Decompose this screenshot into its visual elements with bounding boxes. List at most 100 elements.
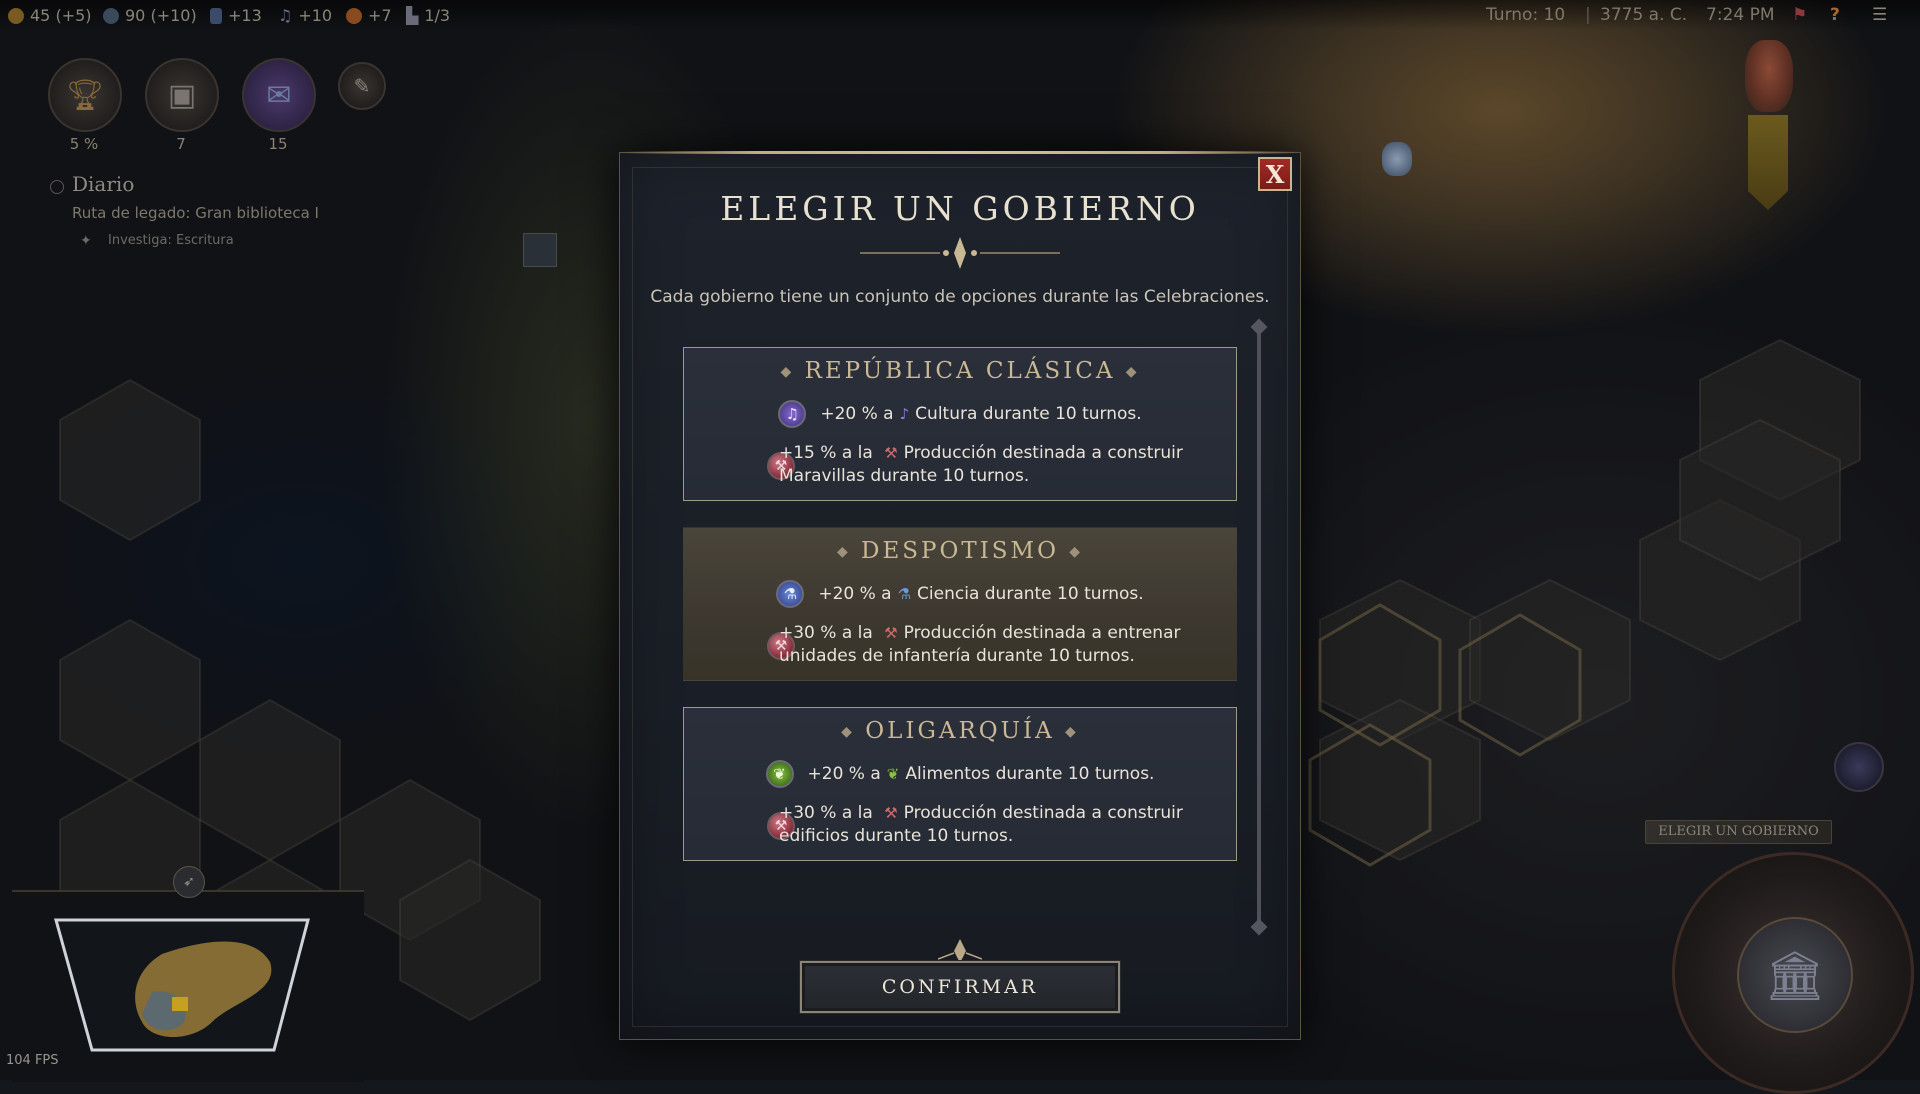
option-title: ◆ DESPOTISMO ◆	[684, 538, 1236, 564]
mail-button[interactable]: ✉	[242, 58, 316, 132]
journal-title[interactable]: Diario	[72, 172, 134, 196]
settlement-icon: ▙	[406, 6, 419, 25]
bonus-1-text: Alimentos durante 10 turnos.	[905, 764, 1155, 784]
government-option-classical-republic[interactable]: ◆ REPÚBLICA CLÁSICA ◆ ♫ +20 % a ♪ Cultur…	[683, 347, 1237, 501]
government-icon: 🏛︎	[1737, 917, 1853, 1033]
option-title: ◆ REPÚBLICA CLÁSICA ◆	[684, 358, 1236, 384]
option-bonus-1: ❦ +20 % a ❦ Alimentos durante 10 turnos.	[684, 760, 1236, 788]
civ-banner[interactable]	[1748, 115, 1788, 210]
option-title: ◆ OLIGARQUÍA ◆	[684, 718, 1236, 744]
gold-value: 45 (+5)	[30, 6, 92, 25]
culture-value: +10	[298, 6, 333, 25]
bonus-2-amount: +30 % a la	[779, 623, 873, 643]
food-icon: ❦	[765, 760, 794, 788]
civilopedia-icon[interactable]: ⚑	[1792, 5, 1807, 25]
codex-count: 7	[176, 135, 186, 153]
unit-marker-icon[interactable]	[523, 233, 557, 267]
legacy-progress-button[interactable]: 🏆︎	[48, 58, 122, 132]
happiness-value: +7	[368, 6, 392, 25]
turn-label: Turno: 10	[1486, 5, 1566, 25]
option-bonus-1: ⚗ +20 % a ⚗ Ciencia durante 10 turnos.	[684, 580, 1236, 608]
options-scrollbar[interactable]	[1257, 321, 1261, 926]
diamond-left-icon: ◆	[841, 724, 855, 740]
settlements-value: 1/3	[424, 6, 451, 25]
advisor-icon[interactable]	[1834, 742, 1884, 792]
dialog-title: ELEGIR UN GOBIERNO	[720, 189, 1200, 228]
culture-icon: ♫	[278, 6, 293, 25]
menu-icon[interactable]: ☰	[1872, 5, 1887, 25]
happiness-resource[interactable]: +7	[346, 6, 392, 25]
compass-icon[interactable]: ➶	[173, 866, 205, 898]
production-mini-icon: ⚒	[884, 444, 898, 462]
science-value: +13	[228, 6, 262, 25]
legacy-percent: 5 %	[69, 135, 99, 153]
close-button[interactable]: X	[1258, 157, 1292, 191]
bonus-1-amount: +20 % a	[820, 404, 894, 424]
production-mini-icon: ⚒	[884, 804, 898, 822]
scroll-button[interactable]: ✎	[338, 62, 386, 110]
production-mini-icon: ⚒	[884, 624, 898, 642]
culture-icon: ♫	[778, 400, 807, 428]
option-name: DESPOTISMO	[861, 538, 1059, 564]
collapse-icon[interactable]	[50, 180, 64, 194]
title-ornament-icon	[860, 237, 1060, 269]
book-icon: ▣	[167, 77, 197, 113]
year-label: 3775 a. C.	[1600, 5, 1688, 25]
next-action-button[interactable]: 🏛︎	[1672, 852, 1914, 1094]
happiness-icon	[346, 7, 362, 24]
legacy-path-text[interactable]: Ruta de legado: Gran biblioteca I	[72, 204, 319, 222]
influence-value: 90 (+10)	[125, 6, 197, 25]
confirm-ornament-icon	[938, 939, 982, 963]
clock-label: 7:24 PM	[1706, 5, 1775, 25]
dialog-subtitle: Cada gobierno tiene un conjunto de opcio…	[650, 287, 1270, 307]
gold-icon	[8, 7, 24, 24]
culture-mini-icon: ♪	[899, 405, 910, 423]
bonus-2-amount: +30 % a la	[779, 803, 873, 823]
help-icon[interactable]: ?	[1830, 5, 1840, 25]
diamond-right-icon: ◆	[1065, 724, 1079, 740]
option-bonus-2: +15 % a la ⚒ Producción destinada a const…	[779, 442, 1199, 488]
envelope-icon: ✉	[266, 77, 292, 113]
minimap[interactable]	[12, 890, 364, 1082]
next-action-label[interactable]: ELEGIR UN GOBIERNO	[1645, 820, 1832, 844]
option-bonus-1: ♫ +20 % a ♪ Cultura durante 10 turnos.	[684, 400, 1236, 428]
option-bonus-2: +30 % a la ⚒ Producción destinada a entre…	[779, 622, 1199, 668]
bonus-1-text: Ciencia durante 10 turnos.	[917, 584, 1144, 604]
settlements-resource[interactable]: ▙ 1/3	[406, 6, 450, 25]
option-name: REPÚBLICA CLÁSICA	[804, 358, 1116, 384]
trophy-icon: 🏆︎	[65, 77, 105, 113]
mail-count: 15	[268, 135, 288, 153]
science-mini-icon: ⚗	[897, 585, 912, 603]
bonus-1-amount: +20 % a	[818, 584, 892, 604]
confirm-button[interactable]: CONFIRMAR	[800, 961, 1120, 1013]
gold-resource[interactable]: 45 (+5)	[8, 6, 92, 25]
codex-button[interactable]: ▣	[145, 58, 219, 132]
diamond-right-icon: ◆	[1125, 364, 1140, 380]
science-icon	[210, 7, 222, 24]
government-option-oligarchy[interactable]: ◆ OLIGARQUÍA ◆ ❦ +20 % a ❦ Alimentos dur…	[683, 707, 1237, 861]
leader-portrait[interactable]	[1745, 40, 1793, 112]
bonus-2-amount: +15 % a la	[779, 443, 873, 463]
bonus-1-amount: +20 % a	[807, 764, 881, 784]
top-resource-bar: 45 (+5) 90 (+10) +13 ♫ +10 +7 ▙ 1/3 Turn…	[0, 0, 1920, 30]
influence-resource[interactable]: 90 (+10)	[103, 6, 197, 25]
scroll-icon: ✎	[353, 74, 371, 98]
option-name: OLIGARQUÍA	[865, 718, 1055, 744]
food-mini-icon: ❦	[886, 765, 900, 783]
research-text[interactable]: Investiga: Escritura	[108, 233, 234, 248]
diamond-right-icon: ◆	[1069, 544, 1084, 560]
influence-icon	[103, 7, 119, 24]
science-resource[interactable]: +13	[210, 6, 262, 25]
fps-counter: 104 FPS	[6, 1053, 59, 1068]
option-bonus-2: +30 % a la ⚒ Producción destinada a const…	[779, 802, 1199, 848]
bonus-1-text: Cultura durante 10 turnos.	[915, 404, 1142, 424]
government-option-despotism[interactable]: ◆ DESPOTISMO ◆ ⚗ +20 % a ⚗ Ciencia duran…	[683, 527, 1237, 681]
dialog-top-border	[620, 151, 1300, 154]
research-icon: ✦	[80, 233, 92, 249]
diamond-left-icon: ◆	[836, 544, 851, 560]
government-dialog: X ELEGIR UN GOBIERNO Cada gobierno tiene…	[619, 151, 1301, 1040]
culture-resource[interactable]: ♫ +10	[278, 6, 332, 25]
science-icon: ⚗	[776, 580, 805, 608]
unit-portrait-icon[interactable]	[1382, 142, 1412, 176]
diamond-left-icon: ◆	[780, 364, 795, 380]
